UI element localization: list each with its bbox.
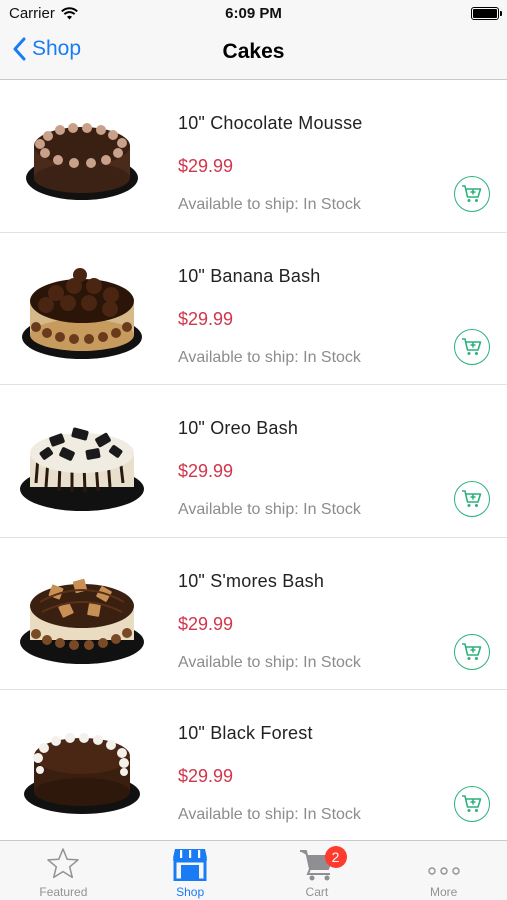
tab-label: More — [429, 885, 458, 899]
battery-icon — [471, 7, 502, 20]
black-forest-cake-image — [24, 733, 140, 814]
cart-plus-icon — [462, 795, 482, 812]
tab-cart[interactable]: 2 Cart — [254, 841, 381, 900]
product-name: 10" Chocolate Mousse — [178, 113, 363, 133]
cart-plus-icon — [462, 185, 482, 202]
banana-bash-cake-image — [22, 267, 142, 359]
tab-shop[interactable]: Shop — [127, 841, 254, 900]
status-time: 6:09 PM — [225, 5, 282, 22]
product-price: $29.99 — [178, 156, 234, 176]
product-row[interactable]: 10" Banana Bash $29.99 Available to ship… — [0, 233, 507, 385]
smores-bash-cake-image — [20, 578, 144, 664]
product-row[interactable]: 10" Chocolate Mousse $29.99 Available to… — [0, 80, 507, 233]
product-row[interactable]: 10" Black Forest $29.99 Available to shi… — [0, 690, 507, 840]
add-to-cart-button[interactable] — [454, 176, 490, 212]
more-icon — [427, 867, 460, 875]
oreo-bash-cake-image — [20, 427, 144, 511]
cart-plus-icon — [462, 337, 482, 355]
product-price: $29.99 — [178, 613, 234, 634]
add-to-cart-button[interactable] — [454, 633, 490, 670]
product-name: 10" Banana Bash — [178, 265, 321, 286]
add-to-cart-button[interactable] — [454, 481, 490, 517]
tab-bar: Featured Shop 2 Cart More — [0, 840, 507, 900]
status-bar: Carrier 6:09 PM — [0, 0, 507, 26]
tab-label: Cart — [305, 885, 329, 899]
cart-plus-icon — [462, 490, 482, 507]
cart-plus-icon — [462, 642, 482, 660]
tab-label: Shop — [176, 885, 205, 899]
product-availability: Available to ship: In Stock — [178, 196, 361, 213]
product-name: 10" Black Forest — [178, 723, 313, 743]
add-to-cart-button[interactable] — [454, 328, 490, 365]
product-list[interactable]: 10" Chocolate Mousse $29.99 Available to… — [0, 80, 507, 840]
product-row[interactable]: 10" S'mores Bash $29.99 Available to shi… — [0, 538, 507, 690]
product-name: 10" S'mores Bash — [178, 570, 325, 591]
navigation-bar: Shop Cakes — [0, 26, 507, 80]
product-price: $29.99 — [178, 461, 234, 481]
add-to-cart-button[interactable] — [454, 786, 490, 822]
tab-featured[interactable]: Featured — [0, 841, 127, 900]
product-price: $29.99 — [178, 308, 234, 329]
product-price: $29.99 — [178, 766, 234, 786]
product-name: 10" Oreo Bash — [178, 418, 299, 438]
product-availability: Available to ship: In Stock — [178, 653, 361, 671]
cart-badge: 2 — [324, 846, 347, 868]
product-availability: Available to ship: In Stock — [178, 348, 361, 366]
product-row[interactable]: 10" Oreo Bash $29.99 Available to ship: … — [0, 385, 507, 538]
product-availability: Available to ship: In Stock — [178, 806, 361, 823]
page-title: Cakes — [222, 40, 285, 63]
store-icon — [173, 849, 208, 881]
star-icon — [47, 848, 80, 879]
tab-more[interactable]: More — [380, 841, 507, 900]
tab-label: Featured — [39, 885, 88, 899]
chocolate-mousse-cake-image — [26, 123, 138, 200]
product-availability: Available to ship: In Stock — [178, 501, 361, 518]
